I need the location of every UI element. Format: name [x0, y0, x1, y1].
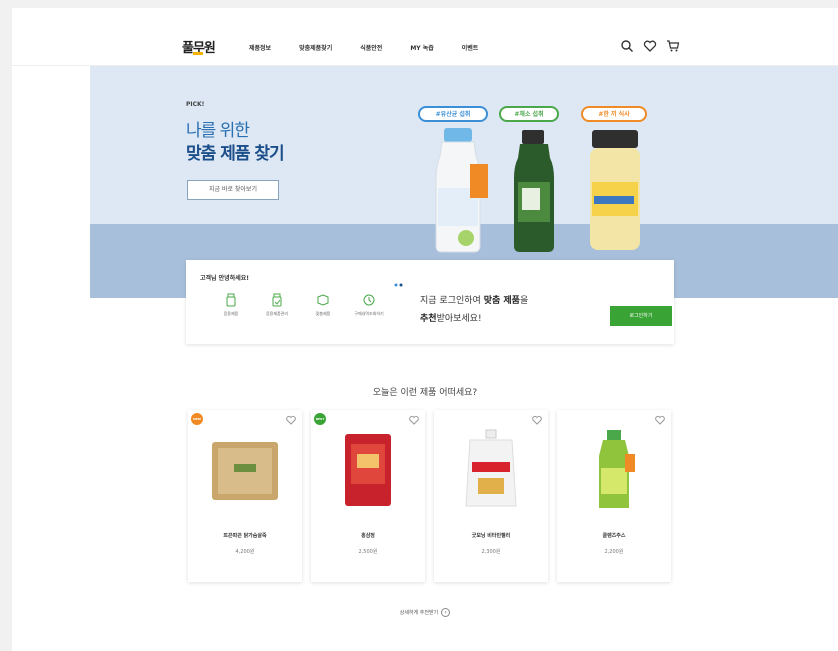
utility-bar: [12, 14, 838, 26]
quick-link-label: 음용제품: [223, 311, 239, 316]
product-card[interactable]: BEST 홍삼정 2,500원: [311, 410, 425, 582]
product-price: 2,500원: [358, 549, 378, 555]
carousel-dots[interactable]: [394, 283, 404, 287]
box-icon: [317, 294, 329, 306]
wishlist-heart-icon[interactable]: [655, 415, 665, 425]
menu-item-food-safety[interactable]: 식품안전: [360, 43, 382, 52]
more-recommend-label: 상세하게 추천받기: [399, 610, 439, 616]
login-message-line2: 추천받아보세요!: [420, 311, 482, 324]
quick-link-product-manage[interactable]: 음용제품관리: [254, 293, 300, 317]
product-badge: NEW: [191, 413, 203, 425]
product-card[interactable]: 클렌즈주스 2,200원: [557, 410, 671, 582]
product-image: [599, 430, 635, 508]
hero-find-button[interactable]: 지금 바로 찾아보기: [187, 180, 279, 200]
probiotic-bottle-image: [435, 128, 488, 253]
product-card[interactable]: NEW 뜨끈따끈 닭가슴살죽 4,200원: [188, 410, 302, 582]
chevron-right-icon: ›: [441, 608, 451, 617]
quick-link-label: 구매내역조회하기: [354, 311, 384, 316]
green-juice-bottle-image: [514, 130, 554, 252]
clock-icon: [363, 294, 375, 306]
heart-icon[interactable]: [643, 38, 657, 52]
hero-tag-meal[interactable]: #한 끼 식사: [581, 106, 647, 122]
header-icons: [620, 38, 680, 52]
product-list: NEW 뜨끈따끈 닭가슴살죽 4,200원 BEST 홍삼정 2,500원 굿모…: [188, 410, 680, 582]
login-message-text: 을: [519, 296, 529, 306]
hero-title-line2: 맞춤 제품 찾기: [186, 144, 285, 164]
search-icon[interactable]: [620, 38, 634, 52]
main-menu: 제품정보 맞춤제품찾기 식품안전 MY 녹즙 이벤트: [249, 43, 506, 52]
hero-eyebrow: PICK!: [186, 101, 205, 108]
quick-link-purchase-history[interactable]: 구매내역조회하기: [346, 293, 392, 317]
menu-item-product-info[interactable]: 제품정보: [249, 43, 271, 52]
quick-links: 음용제품 음용제품관리 맞춤제품 구매내역조회하기: [208, 293, 392, 317]
login-message-text: 받아보세요!: [436, 314, 482, 324]
login-message-bold: 맞춤 제품: [483, 296, 520, 306]
login-message-text: 지금 로그인하여: [420, 296, 484, 306]
product-name: 뜨끈따끈 닭가슴살죽: [223, 533, 267, 539]
product-name: 홍삼정: [361, 533, 375, 539]
menu-item-custom-find[interactable]: 맞춤제품찾기: [299, 43, 332, 52]
wishlist-heart-icon[interactable]: [532, 415, 542, 425]
product-price: 4,200원: [235, 549, 255, 555]
quick-link-drinking-products[interactable]: 음용제품: [208, 293, 254, 317]
login-message-bold: 추천: [420, 314, 437, 324]
product-image: [465, 429, 517, 507]
product-name: 클렌즈주스: [602, 533, 626, 539]
login-message-line1: 지금 로그인하여 맞춤 제품을: [420, 293, 528, 306]
product-image: [345, 434, 391, 506]
more-recommend-link[interactable]: 상세하게 추천받기 ›: [12, 608, 838, 617]
cart-icon[interactable]: [666, 38, 680, 52]
wishlist-heart-icon[interactable]: [286, 415, 296, 425]
product-card[interactable]: 굿모닝 비타민젤리 2,300원: [434, 410, 548, 582]
hero-tag-vegetables[interactable]: #채소 섭취: [499, 106, 559, 122]
product-image: [212, 442, 278, 500]
meal-bottle-image: [590, 130, 640, 250]
login-button[interactable]: 로그인하기: [610, 306, 672, 326]
quick-link-custom-products[interactable]: 맞춤제품: [300, 293, 346, 317]
menu-item-event[interactable]: 이벤트: [462, 43, 479, 52]
hero-title-line1: 나를 위한: [186, 121, 250, 141]
bottle-icon: [226, 293, 236, 307]
login-card: 고객님 안녕하세요! 음용제품 음용제품관리 맞춤제품 구매내역조회하기 지금 …: [186, 260, 674, 344]
logo-accent: [193, 52, 203, 55]
hero-tag-probiotics[interactable]: #유산균 섭취: [418, 106, 488, 122]
product-name: 굿모닝 비타민젤리: [471, 533, 511, 539]
wishlist-heart-icon[interactable]: [409, 415, 419, 425]
page: 풀무원 제품정보 맞춤제품찾기 식품안전 MY 녹즙 이벤트 PICK! 나를 …: [12, 8, 838, 651]
menu-item-my-juice[interactable]: MY 녹즙: [410, 43, 433, 52]
bottle-check-icon: [272, 293, 282, 307]
recommend-title: 오늘은 이런 제품 어떠세요?: [372, 388, 478, 398]
product-badge: BEST: [314, 413, 326, 425]
quick-link-label: 맞춤제품: [315, 311, 331, 316]
product-price: 2,200원: [604, 549, 624, 555]
login-greeting: 고객님 안녕하세요!: [200, 275, 249, 282]
global-navigation: 풀무원 제품정보 맞춤제품찾기 식품안전 MY 녹즙 이벤트: [12, 26, 838, 66]
quick-link-label: 음용제품관리: [265, 311, 289, 316]
product-price: 2,300원: [481, 549, 501, 555]
